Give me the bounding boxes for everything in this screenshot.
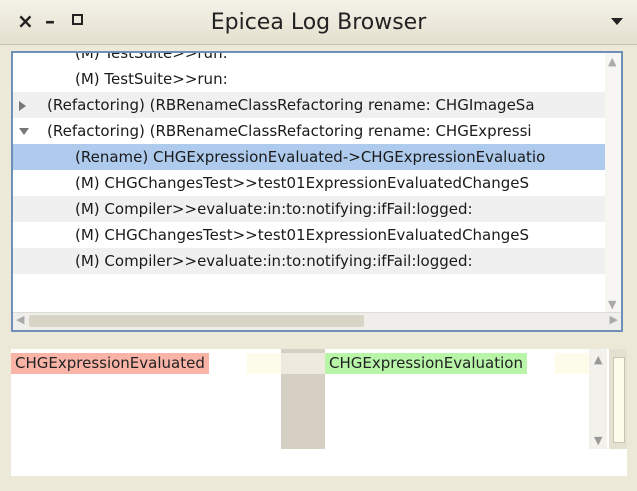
log-row[interactable]: (M) CHGChangesTest>>test01ExpressionEval… [13,170,605,196]
diff-overview-thumb [613,357,625,443]
log-row-label: (Rename) CHGExpressionEvaluated->CHGExpr… [75,148,546,166]
expand-triangle-icon[interactable] [19,101,26,111]
diff-overview-bar[interactable] [609,349,627,449]
scroll-up-icon[interactable]: ▲ [594,353,602,366]
log-row-label: (Refactoring) (RBRenameClassRefactoring … [47,122,532,140]
diff-gutter [281,349,325,449]
log-row[interactable]: (M) TestSuite>>run: [13,66,605,92]
vertical-scrollbar[interactable]: ▲ ▼ [605,53,621,313]
log-row-label: (M) TestSuite>>run: [75,70,228,88]
removed-text: CHGExpressionEvaluated [11,353,209,374]
diff-line-fill [555,353,589,374]
scroll-left-icon[interactable]: ◀ [16,313,24,326]
window-title: Epicea Log Browser [210,10,427,35]
log-row-label: (M) Compiler>>evaluate:in:to:notifying:i… [75,200,473,218]
diff-view: CHGExpressionEvaluated CHGExpressionEval… [11,349,627,476]
scroll-down-icon[interactable]: ▼ [608,298,616,311]
log-row-label: (M) TestSuite>>run: [75,51,228,62]
scroll-down-icon[interactable]: ▼ [594,434,602,447]
log-row-label: (M) Compiler>>evaluate:in:to:notifying:i… [75,252,473,270]
diff-right-pane[interactable]: CHGExpressionEvaluation [325,349,589,476]
diff-gutter-marker [281,353,325,374]
scroll-right-icon[interactable]: ▶ [610,313,618,326]
log-row[interactable]: (Refactoring) (RBRenameClassRefactoring … [13,92,605,118]
log-row-label: (Refactoring) (RBRenameClassRefactoring … [47,96,535,114]
log-row[interactable]: (M) TestSuite>>run: [13,51,605,66]
diff-line-fill [247,353,281,374]
horizontal-scroll-thumb[interactable] [29,315,364,327]
log-row[interactable]: (M) Compiler>>evaluate:in:to:notifying:i… [13,248,605,274]
log-row-selected[interactable]: (Rename) CHGExpressionEvaluated->CHGExpr… [13,144,605,170]
diff-left-pane[interactable]: CHGExpressionEvaluated [11,349,281,476]
horizontal-scrollbar[interactable]: ◀ ▶ [13,312,621,330]
log-row-label: (M) CHGChangesTest>>test01ExpressionEval… [75,174,530,192]
log-row[interactable]: (M) CHGChangesTest>>test01ExpressionEval… [13,222,605,248]
window-menu-icon[interactable] [611,18,623,25]
log-row[interactable]: (Refactoring) (RBRenameClassRefactoring … [13,118,605,144]
log-row[interactable]: (M) Compiler>>evaluate:in:to:notifying:i… [13,196,605,222]
diff-vertical-scrollbar[interactable]: ▲ ▼ [589,349,607,449]
log-list[interactable]: (M) TestSuite>>run: (M) TestSuite>>run: … [11,51,623,332]
title-bar: × – Epicea Log Browser [0,0,637,45]
log-row-label: (M) CHGChangesTest>>test01ExpressionEval… [75,226,530,244]
collapse-triangle-icon[interactable] [19,128,29,135]
added-text: CHGExpressionEvaluation [325,353,527,374]
scroll-up-icon[interactable]: ▲ [608,55,616,68]
